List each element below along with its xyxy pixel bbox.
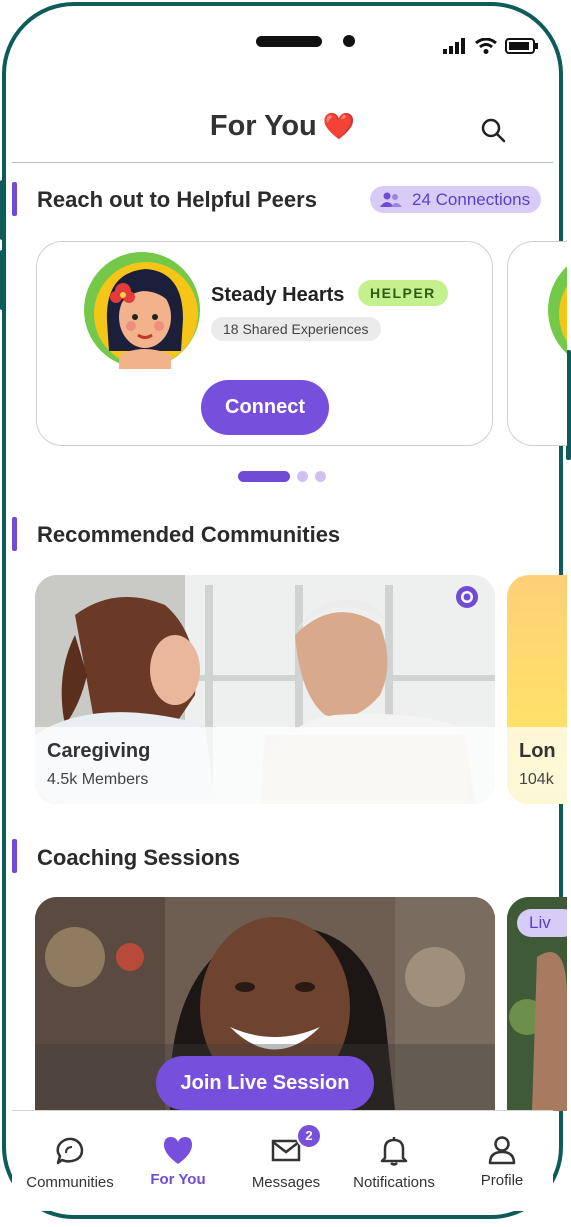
- status-bar: [443, 38, 539, 54]
- messages-badge: 2: [296, 1123, 322, 1149]
- bottom-tab-bar: Communities For You Messages Notificatio…: [12, 1110, 553, 1211]
- page-title: For You ❤️: [209, 110, 356, 142]
- radio-ring-icon[interactable]: [455, 585, 479, 609]
- people-icon: [380, 192, 402, 207]
- side-button: [0, 180, 5, 240]
- app-header: For You ❤️: [12, 100, 553, 163]
- community-members: 104k: [519, 771, 554, 788]
- live-badge: Liv: [517, 909, 567, 937]
- tab-notifications[interactable]: Notifications: [340, 1111, 448, 1211]
- peer-avatar-partial: [548, 266, 567, 354]
- connections-pill[interactable]: 24 Connections: [370, 186, 541, 213]
- community-members: 4.5k Members: [47, 771, 149, 788]
- community-name: Caregiving: [47, 740, 151, 762]
- peer-avatar: [84, 252, 200, 369]
- section-accent: [12, 182, 17, 216]
- carousel-dots[interactable]: [238, 471, 326, 482]
- chat-bubbles-icon: [56, 1137, 84, 1165]
- peer-name: Steady Hearts: [211, 284, 345, 306]
- community-name: Lon: [519, 740, 556, 762]
- community-card-next[interactable]: Lon 104k: [507, 575, 567, 804]
- tab-label: Messages: [251, 1174, 321, 1191]
- coaching-card-next[interactable]: Liv: [507, 897, 567, 1111]
- connect-button[interactable]: Connect: [201, 380, 329, 435]
- communities-section-title: Recommended Communities: [37, 522, 341, 547]
- peers-section-title: Reach out to Helpful Peers: [37, 187, 317, 212]
- tab-communities[interactable]: Communities: [16, 1111, 124, 1211]
- connections-label: 24 Connections: [412, 189, 531, 209]
- phone-screen: For You ❤️ Reach out to Helpful Peers 24 …: [0, 0, 571, 1227]
- heart-emoji: ❤️: [322, 111, 356, 141]
- tab-label: Communities: [26, 1174, 114, 1191]
- person-icon: [488, 1136, 516, 1165]
- peer-card[interactable]: Steady Hearts HELPER 18 Shared Experienc…: [36, 241, 493, 446]
- community-card-caregiving[interactable]: Caregiving 4.5k Members: [35, 575, 495, 804]
- carousel-dot-active[interactable]: [238, 471, 290, 482]
- carousel-dot[interactable]: [297, 471, 308, 482]
- join-live-session-button[interactable]: Join Live Session: [156, 1056, 374, 1110]
- section-accent: [12, 517, 17, 551]
- side-button: [0, 250, 5, 310]
- tab-label: For You: [150, 1171, 206, 1188]
- shared-experiences: 18 Shared Experiences: [211, 317, 381, 341]
- tab-profile[interactable]: Profile: [448, 1111, 556, 1211]
- speaker-notch: [256, 36, 322, 47]
- wifi-icon: [475, 38, 497, 54]
- search-icon: [481, 118, 506, 143]
- tab-label: Profile: [480, 1172, 524, 1189]
- peer-card-next[interactable]: [507, 241, 567, 446]
- signal-icon: [443, 38, 465, 54]
- heart-icon: [164, 1137, 192, 1164]
- camera-dot: [343, 35, 355, 47]
- community-overlay: [35, 727, 495, 804]
- tab-for-you[interactable]: For You: [124, 1111, 232, 1211]
- coaching-card[interactable]: Join Live Session: [35, 897, 495, 1111]
- tab-messages[interactable]: Messages: [232, 1111, 340, 1211]
- coaching-section-title: Coaching Sessions: [37, 845, 240, 870]
- search-button[interactable]: [481, 118, 507, 144]
- carousel-dot[interactable]: [315, 471, 326, 482]
- section-accent: [12, 839, 17, 873]
- battery-icon: [505, 38, 538, 54]
- tab-label: Notifications: [353, 1174, 435, 1191]
- community-overlay: [507, 727, 567, 804]
- helper-badge: HELPER: [358, 280, 448, 306]
- bell-icon: [380, 1137, 408, 1166]
